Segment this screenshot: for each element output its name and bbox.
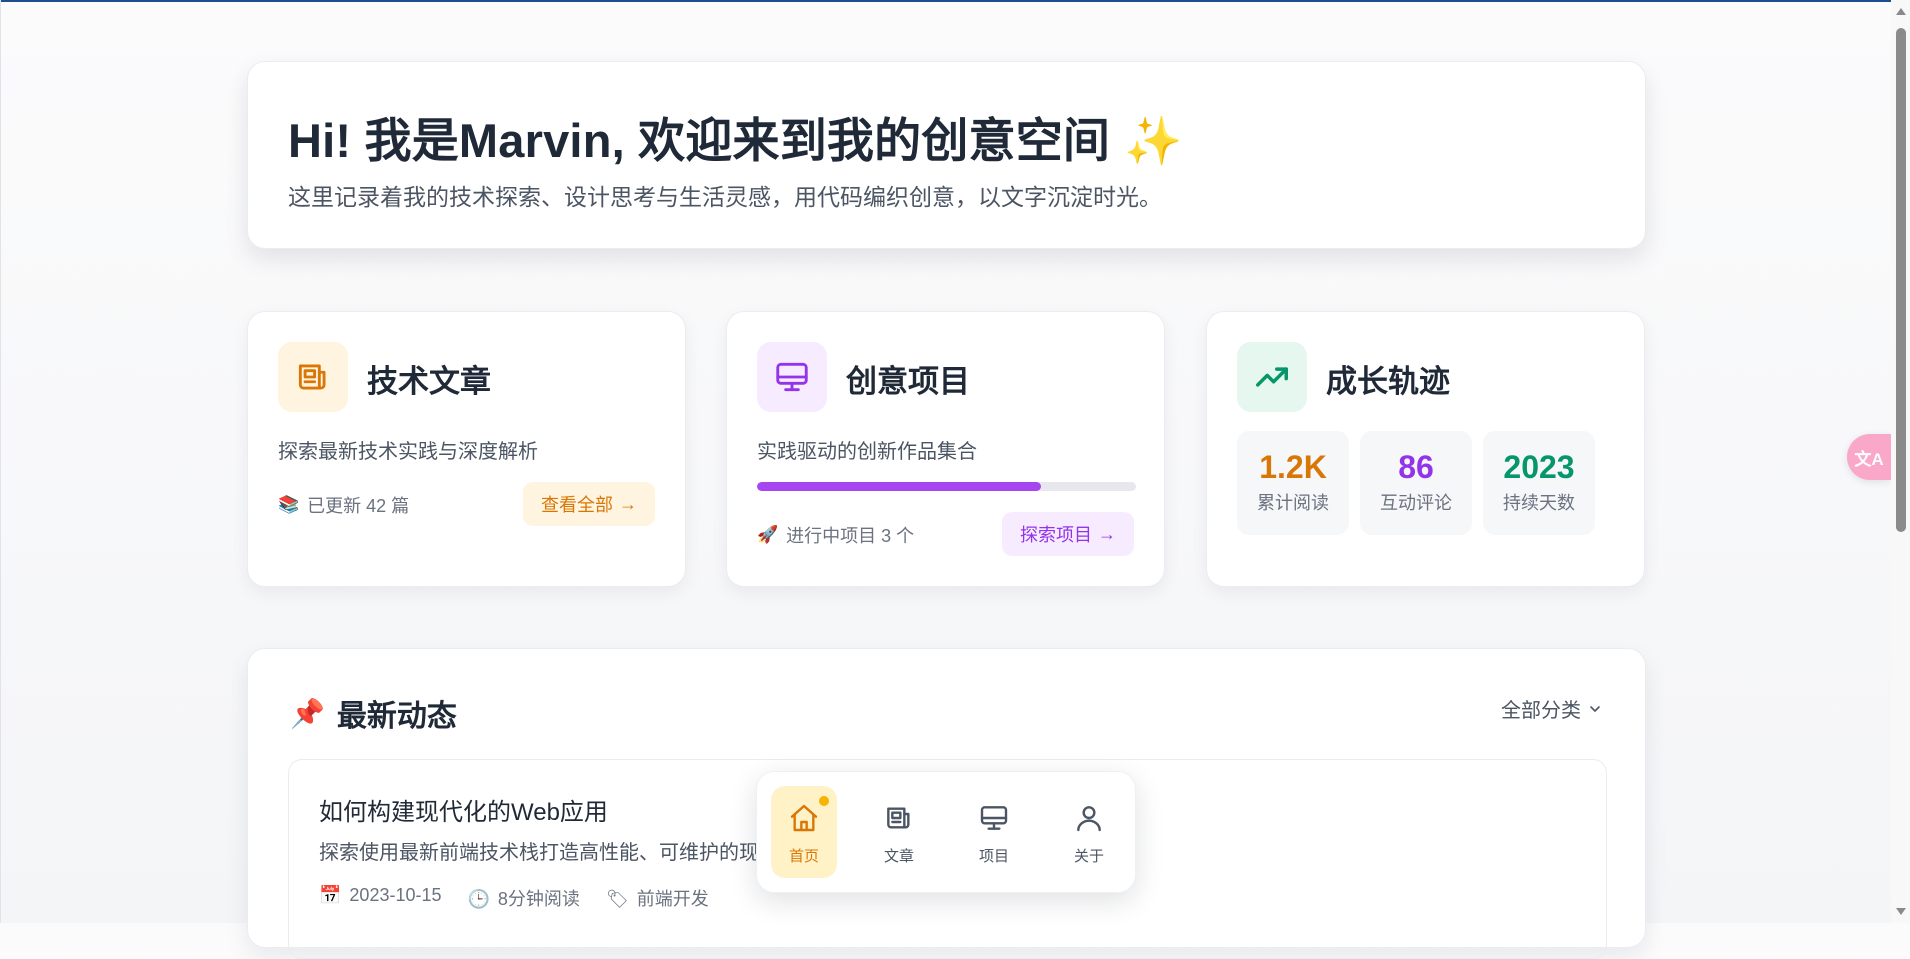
stat-comments: 86 互动评论 xyxy=(1360,431,1472,535)
books-icon: 📚 xyxy=(278,495,300,514)
arrow-right-icon: → xyxy=(619,493,637,514)
card-title: 技术文章 xyxy=(367,364,491,399)
article-date-text: 2023-10-15 xyxy=(349,885,442,905)
view-all-button[interactable]: 查看全部 → xyxy=(523,482,655,526)
stat-value: 1.2K xyxy=(1259,449,1327,485)
stats-row: 1.2K 累计阅读 86 互动评论 2023 持续天数 xyxy=(1237,431,1595,535)
projects-in-progress: 🚀 进行中项目 3 个 xyxy=(757,522,914,548)
card-title: 创意项目 xyxy=(846,364,970,399)
sparkles-icon: ✨ xyxy=(1124,114,1183,167)
category-filter-dropdown[interactable]: 全部分类 xyxy=(1501,694,1603,723)
section-header: 📌 最新动态 xyxy=(290,691,457,735)
stat-value: 86 xyxy=(1398,449,1434,485)
projects-in-progress-text: 进行中项目 3 个 xyxy=(786,526,915,546)
stat-label: 持续天数 xyxy=(1503,493,1575,513)
translate-icon: 文A xyxy=(1854,449,1884,469)
explore-projects-label: 探索项目 xyxy=(1020,525,1092,545)
stat-label: 互动评论 xyxy=(1380,493,1452,513)
project-progress-bar xyxy=(757,482,1136,491)
nav-label: 关于 xyxy=(1073,848,1104,865)
monitor-icon xyxy=(980,806,1008,830)
article-count: 📚 已更新 42 篇 xyxy=(278,492,409,518)
article-count-text: 已更新 42 篇 xyxy=(307,496,410,516)
pushpin-icon: 📌 xyxy=(290,697,325,729)
card-title: 成长轨迹 xyxy=(1326,364,1450,399)
nav-label: 文章 xyxy=(883,848,914,865)
growth-card: 成长轨迹 1.2K 累计阅读 86 互动评论 2023 持续天数 xyxy=(1206,311,1645,587)
nav-item-home[interactable]: 首页 xyxy=(771,786,837,878)
welcome-card: Hi! 我是Marvin, 欢迎来到我的创意空间 ✨ 这里记录着我的技术探索、设计… xyxy=(247,61,1646,249)
stat-reads: 1.2K 累计阅读 xyxy=(1237,431,1349,535)
view-all-label: 查看全部 xyxy=(541,495,613,515)
nav-item-about[interactable]: 关于 xyxy=(1056,786,1122,878)
scroll-down-arrow-icon[interactable] xyxy=(1896,908,1906,915)
welcome-subtitle: 这里记录着我的技术探索、设计思考与生活灵感，用代码编织创意，以文字沉淀时光。 xyxy=(288,184,1162,210)
notification-dot xyxy=(819,796,829,806)
section-title: 最新动态 xyxy=(336,700,457,733)
welcome-title: Hi! 我是Marvin, 欢迎来到我的创意空间 ✨ xyxy=(288,102,1183,171)
calendar-icon: 📅 xyxy=(319,885,342,905)
window-top-border xyxy=(0,0,1910,2)
creative-projects-card[interactable]: 创意项目 实践驱动的创新作品集合 🚀 进行中项目 3 个 探索项目 → xyxy=(726,311,1165,587)
home-icon xyxy=(790,804,818,832)
bottom-navigation: 首页 文章 项目 关于 xyxy=(756,771,1136,893)
article-date: 📅 2023-10-15 xyxy=(319,885,442,911)
window-left-border xyxy=(0,0,1,923)
newspaper-icon xyxy=(887,807,910,829)
stat-days: 2023 持续天数 xyxy=(1483,431,1595,535)
arrow-right-icon: → xyxy=(1098,523,1116,544)
welcome-title-text: Hi! 我是Marvin, 欢迎来到我的创意空间 xyxy=(288,114,1111,167)
article-tag[interactable]: 🏷 前端开发 xyxy=(606,885,709,911)
newspaper-icon xyxy=(278,342,348,412)
scroll-up-arrow-icon[interactable] xyxy=(1896,8,1906,15)
monitor-icon xyxy=(757,342,827,412)
article-tag-text: 前端开发 xyxy=(636,889,709,909)
rocket-icon: 🚀 xyxy=(757,525,779,544)
article-title[interactable]: 如何构建现代化的Web应用 xyxy=(319,792,608,827)
nav-item-articles[interactable]: 文章 xyxy=(866,786,932,878)
progress-fill xyxy=(757,482,1042,491)
clock-icon: 🕒 xyxy=(467,889,490,909)
card-description: 实践驱动的创新作品集合 xyxy=(757,441,977,463)
stat-label: 累计阅读 xyxy=(1257,493,1329,513)
nav-label: 首页 xyxy=(788,848,819,865)
category-filter-label: 全部分类 xyxy=(1501,700,1581,722)
stat-value: 2023 xyxy=(1503,449,1575,485)
nav-label: 项目 xyxy=(978,848,1009,865)
article-meta: 📅 2023-10-15 🕒 8分钟阅读 🏷 前端开发 xyxy=(319,885,709,911)
tag-icon: 🏷 xyxy=(605,889,629,909)
chevron-down-icon xyxy=(1590,705,1600,712)
trending-up-icon xyxy=(1237,342,1307,412)
article-read-time-text: 8分钟阅读 xyxy=(497,889,580,909)
explore-projects-button[interactable]: 探索项目 → xyxy=(1002,512,1134,556)
user-icon xyxy=(1077,806,1101,832)
translate-button[interactable]: 文A xyxy=(1847,434,1891,480)
tech-articles-card[interactable]: 技术文章 探索最新技术实践与深度解析 📚 已更新 42 篇 查看全部 → xyxy=(247,311,686,587)
article-read-time: 🕒 8分钟阅读 xyxy=(468,885,580,911)
article-excerpt: 探索使用最新前端技术栈打造高性能、可维护的现 xyxy=(319,842,759,864)
nav-item-projects[interactable]: 项目 xyxy=(961,786,1027,878)
scrollbar-thumb[interactable] xyxy=(1896,28,1906,532)
card-description: 探索最新技术实践与深度解析 xyxy=(278,441,538,463)
